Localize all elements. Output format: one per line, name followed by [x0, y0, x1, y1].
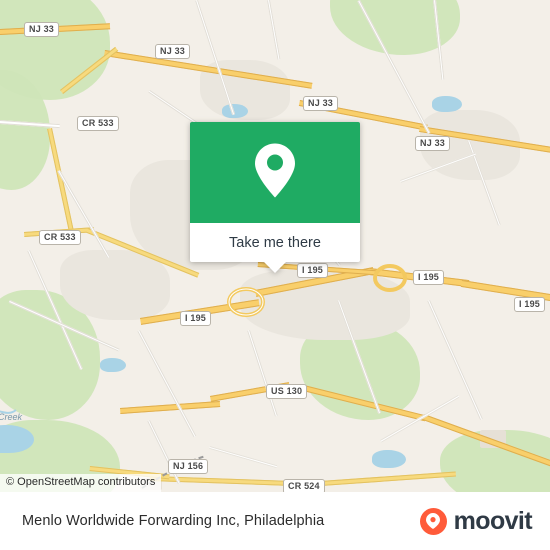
water-body: [222, 104, 248, 118]
take-me-there-button[interactable]: Take me there: [190, 223, 360, 273]
map-screenshot: Creek NJ 33 NJ 33 NJ 33 NJ 33 CR 533 CR 533 I …: [0, 0, 550, 550]
interchange-ramp: [373, 264, 407, 292]
moovit-pin-icon: [419, 507, 447, 535]
popup-header: [190, 122, 360, 223]
map-pin-icon: [251, 141, 299, 204]
popup-pointer: [264, 262, 286, 273]
take-me-there-label: Take me there: [229, 234, 321, 251]
road-shield: NJ 33: [155, 44, 191, 59]
creek-line: [0, 409, 17, 414]
road-shield: US 130: [266, 384, 308, 399]
map-attribution[interactable]: © OpenStreetMap contributors: [0, 474, 162, 492]
road-shield: NJ 33: [415, 136, 451, 151]
road-shield: CR 533: [77, 116, 119, 131]
moovit-logo[interactable]: moovit: [419, 506, 533, 536]
residential-area: [60, 250, 170, 320]
road-shield: I 195: [297, 263, 329, 278]
road-shield: NJ 33: [24, 22, 60, 37]
moovit-wordmark: moovit: [453, 506, 533, 535]
road-shield: I 195: [413, 270, 445, 285]
water-body: [100, 358, 126, 372]
location-popup[interactable]: Take me there: [190, 122, 360, 273]
road-shield: CR 524: [283, 479, 325, 492]
place-title: Menlo Worldwide Forwarding Inc, Philadel…: [22, 513, 325, 529]
road-shield: NJ 156: [168, 459, 209, 474]
footer-bar: Menlo Worldwide Forwarding Inc, Philadel…: [0, 492, 550, 550]
interchange-ramp: [227, 287, 265, 317]
water-body: [372, 450, 406, 468]
road-shield: I 195: [514, 297, 546, 312]
road-shield: CR 533: [39, 230, 81, 245]
road-shield: I 195: [180, 311, 212, 326]
attribution-text: © OpenStreetMap contributors: [6, 476, 156, 488]
water-body: [432, 96, 462, 112]
road-shield: NJ 33: [303, 96, 339, 111]
